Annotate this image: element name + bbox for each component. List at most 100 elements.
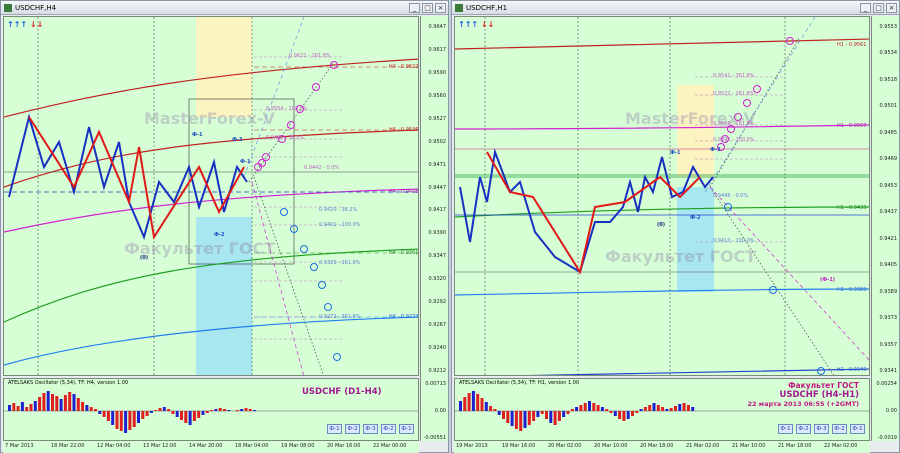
title-bar[interactable]: USDCHF,H1 _ □ × [452,1,899,15]
oscillator-bar [197,411,201,418]
chart-canvas [455,17,869,375]
oscillator-bar [592,403,596,411]
watermark-gost: Факультет ГОСТ [605,247,757,266]
f3-button[interactable]: Ф-3 [814,424,829,434]
oscillator-label: ATELSAKS Oscillator (5,34), TF: H1, vers… [459,380,580,386]
f1-button[interactable]: Ф-1 [327,424,342,434]
oscillator-bar [33,401,37,411]
oscillator-bar [502,411,505,419]
level-label: H1 - 0.9507 [837,123,867,129]
oscillator-bar [506,411,510,423]
oscillator-panel[interactable]: ATELSAKS Oscillator (5,34), TF: H1, vers… [454,378,870,441]
oscillator-bar [68,392,72,411]
oscillator-bar [579,405,583,411]
mark-zero: (0) [140,255,149,261]
maximize-button[interactable]: □ [422,2,433,13]
mark-f2: Ф-2 [690,215,701,221]
oscillator-bar [46,391,50,411]
oscillator-bar [674,406,677,411]
time-tick-label: 12 Mar 04:00 [97,443,131,449]
price-tick-label: 0.9267 [428,322,447,329]
price-tick-label: 0.9405 [879,262,898,269]
time-tick-label: 20 Mar 18:00 [640,443,674,449]
oscillator-bar [631,411,634,416]
price-tick-label: 0.9320 [428,276,447,283]
f1-button[interactable]: Ф-1 [850,424,865,434]
price-axis: 0.9647 0.9617 0.9590 0.9560 0.9527 0.9502 0.94… [420,16,448,441]
mark-f1: Ф-1 [670,150,681,156]
maximize-button[interactable]: □ [873,2,884,13]
f2-button[interactable]: Ф-2 [796,424,811,434]
price-tick-label: 0.9421 [879,235,898,242]
oscillator-bar [8,405,11,411]
oscillator-bar [553,411,557,425]
oscillator-bar [635,411,639,413]
oscillator-bar [253,410,257,411]
mark-f1-b: Ф-1 [240,159,251,165]
close-button[interactable]: × [886,2,897,13]
oscillator-bar [459,401,462,411]
level-label: H4 - 0.9448 [389,189,419,195]
oscillator-bar [214,409,218,411]
f2-button[interactable]: Ф-2 [345,424,360,434]
oscillator-bar [570,409,574,411]
f1-button[interactable]: Ф-1 [778,424,793,434]
oscillator-bar [557,411,561,421]
oscillator-bar [145,411,149,416]
fib-label: 0.9554 - 100.0% [266,106,308,112]
oscillator-bar [248,409,252,411]
time-tick-label: 19 Mar 2013 [456,443,488,449]
oscillator-bar [223,409,226,411]
f1-button[interactable]: Ф-1 [399,424,414,434]
time-tick-label: 14 Mar 20:00 [189,443,223,449]
caption-faculty: Факультет ГОСТ [788,381,859,390]
oscillator-bar [137,411,140,423]
chart-window-h4[interactable]: USDCHF,H4 _ □ × ↑↑↑ ↓↓ MasterForex-V Фак… [0,0,449,453]
oscillator-bar [678,404,682,411]
oscillator-bar [63,395,67,411]
oscillator-bar [476,394,480,411]
price-chart[interactable]: ↑↑↑ ↓↓ MasterForex-V Факультет ГОСТ Ф-1 … [3,16,419,376]
price-tick-label: 0.9590 [428,69,447,76]
f3-button[interactable]: Ф-3 [363,424,378,434]
oscillator-bar [167,409,171,411]
fib-label: 0.9446 - 0.0% [713,193,749,199]
f2-button[interactable]: Ф-2 [832,424,847,434]
time-axis: 7 Mar 2013 18 Mar 22:00 12 Mar 04:00 13 Mar… [3,441,419,453]
price-tick-label: 0.9292 [428,299,447,306]
fib-label: 0.9506 - 161.8% [713,121,755,127]
minimize-button[interactable]: _ [409,2,420,13]
f2-button[interactable]: Ф-2 [381,424,396,434]
price-chart[interactable]: ↑↑↑ ↓↓ MasterForex-V Факультет ГОСТ Ф-1 … [454,16,870,376]
fib-label: 0.9490 - 100.0% [713,137,755,143]
osc-tick-label: 0.00 [885,408,897,414]
oscillator-bar [639,409,643,411]
time-tick-label: 18 Mar 22:00 [51,443,85,449]
title-bar[interactable]: USDCHF,H4 _ □ × [1,1,448,15]
level-label: H4 - 0.9361 [389,250,419,256]
fib-label: 0.9541 - 361.8% [713,73,755,79]
oscillator-bar [514,411,518,429]
oscillator-bar [20,402,24,411]
price-tick-label: 0.9471 [428,161,447,168]
oscillator-bar [600,407,604,411]
oscillator-bar [192,411,196,421]
price-tick-label: 0.9447 [428,184,447,191]
oscillator-bar [12,403,16,411]
oscillator-bar [76,398,80,411]
minimize-button[interactable]: _ [860,2,871,13]
osc-tick-label: 0.00713 [425,381,446,387]
oscillator-panel[interactable]: ATELSAKS Oscillator (5,34), TF: H4, vers… [3,378,419,441]
oscillator-bar [588,401,591,411]
oscillator-bar [562,411,566,417]
close-button[interactable]: × [435,2,446,13]
caption-date: 22 марта 2013 06:55 (+2GMT) [747,400,859,408]
time-tick-label: 20 Mar 02:00 [548,443,582,449]
price-tick-label: 0.9502 [428,138,447,145]
chart-window-h1[interactable]: USDCHF,H1 _ □ × ↑↑↑ ↓↓ MasterForex-V Фак… [451,0,900,453]
oscillator-bar [575,407,579,411]
level-label: H1 - 0.9433 [837,205,867,211]
oscillator-bar [175,411,179,417]
oscillator-bar [89,407,93,411]
price-tick-label: 0.9212 [428,368,447,374]
